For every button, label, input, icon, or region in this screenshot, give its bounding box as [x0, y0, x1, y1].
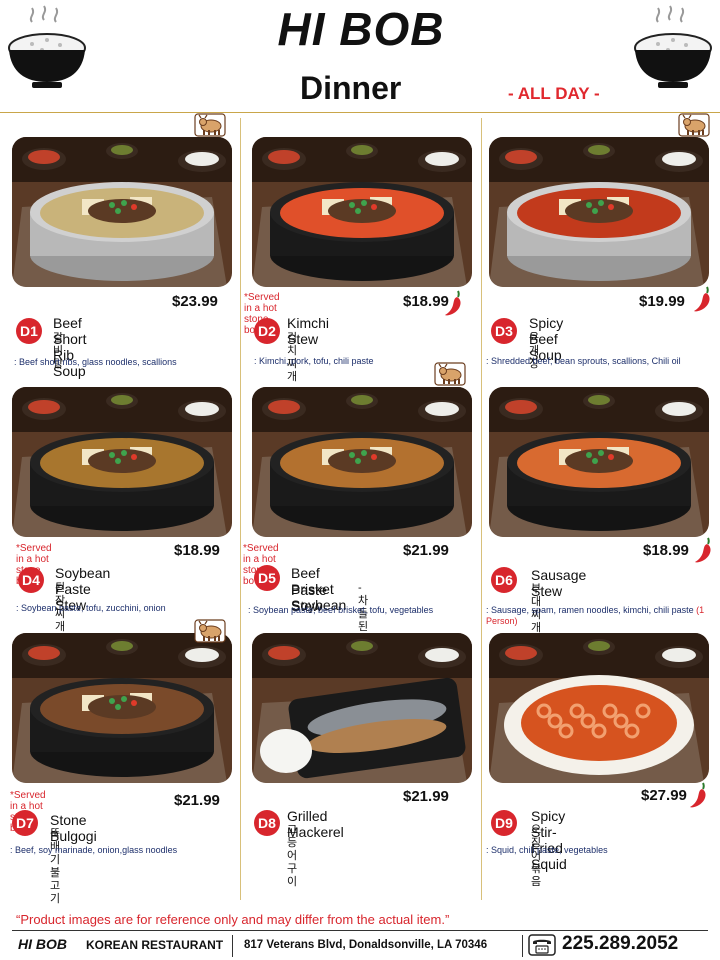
menu-item-photo [489, 633, 709, 783]
menu-item-price: $18.99 [403, 293, 449, 310]
spicy-chili-icon [689, 781, 711, 809]
beef-cow-icon [678, 113, 710, 137]
menu-item-photo [12, 387, 232, 537]
footer-separator [522, 935, 523, 957]
menu-item-price: $18.99 [643, 542, 689, 559]
menu-item-description: : Kimchi, pork, tofu, chili paste [254, 356, 374, 367]
spicy-chili-icon [694, 536, 716, 564]
footer-restaurant: KOREAN RESTAURANT [86, 938, 224, 952]
menu-item-code-badge: D5 [254, 565, 280, 591]
menu-item-price: $21.99 [174, 792, 220, 809]
description-text: : Soybean paste, tofu, zucchini, onion [16, 603, 166, 613]
menu-item-photo [252, 633, 472, 783]
footer-separator [232, 935, 233, 957]
phone-icon [528, 934, 556, 956]
food-photo [489, 633, 709, 783]
menu-item-description: : Soybean paste, beef brisket, tofu, veg… [248, 605, 473, 616]
brand-logo: HI BOB [245, 6, 477, 52]
menu-item-description: : Shredded beef, bean sprouts, scallions… [486, 356, 681, 367]
food-photo [489, 387, 709, 537]
menu-item-price: $23.99 [172, 293, 218, 310]
column-divider [240, 118, 241, 900]
menu-item-photo [489, 137, 709, 287]
spicy-chili-icon [444, 289, 466, 317]
description-text: : Kimchi, pork, tofu, chili paste [254, 356, 374, 366]
menu-item-code-badge: D2 [254, 318, 280, 344]
menu-item-korean-name: 고등어 구이 [287, 824, 298, 888]
beef-cow-icon [194, 113, 226, 137]
menu-item-description: : Soybean paste, tofu, zucchini, onion [16, 603, 166, 614]
food-photo [252, 137, 472, 287]
food-photo [489, 137, 709, 287]
food-photo [252, 387, 472, 537]
menu-item-photo [12, 633, 232, 783]
food-photo [252, 633, 472, 783]
disclaimer-text: “Product images are for reference only a… [16, 912, 450, 927]
menu-item-code-badge: D4 [18, 567, 44, 593]
menu-item-price: $21.99 [403, 542, 449, 559]
beef-cow-icon [434, 362, 466, 386]
food-photo [12, 387, 232, 537]
menu-item-photo [489, 387, 709, 537]
menu-item-korean-name: 뚝배기 불고기 [50, 828, 61, 905]
menu-item-korean-name: 오징어볶음 [531, 824, 542, 888]
footer-logo: HI BOB [18, 936, 67, 952]
menu-item-code-badge: D9 [491, 810, 517, 836]
menu-item-price: $27.99 [641, 787, 687, 804]
footer-address: 817 Veterans Blvd, Donaldsonville, LA 70… [244, 939, 488, 951]
menu-item-photo [252, 137, 472, 287]
menu-item-price: $19.99 [639, 293, 685, 310]
description-text: : Shredded beef, bean sprouts, scallions… [486, 356, 681, 366]
description-text: : Sausage, spam, ramen noodles, kimchi, … [486, 605, 694, 615]
description-text: : Beef short ribs, glass noodles, scalli… [14, 357, 177, 367]
page-title: Dinner [300, 70, 402, 106]
menu-item-description: : Squid, chili paste, vegetables [486, 845, 608, 856]
menu-item-code-badge: D1 [16, 318, 42, 344]
spicy-chili-icon [693, 285, 715, 313]
footer-phone: 225.289.2052 [562, 933, 679, 954]
menu-item-photo [252, 387, 472, 537]
menu-item-price: $18.99 [174, 542, 220, 559]
menu-item-description: : Beef short ribs, glass noodles, scalli… [14, 357, 177, 368]
menu-item-code-badge: D7 [12, 810, 38, 836]
menu-item-description: : Sausage, spam, ramen noodles, kimchi, … [486, 605, 711, 627]
menu-item-code-badge: D6 [491, 567, 517, 593]
description-text: : Squid, chili paste, vegetables [486, 845, 608, 855]
description-text: : Beef, soy marinade, onion,glass noodle… [10, 845, 178, 855]
column-divider [481, 118, 482, 900]
beef-cow-icon [194, 619, 226, 643]
menu-item-price: $21.99 [403, 788, 449, 805]
food-photo [12, 137, 232, 287]
menu-item-code-badge: D3 [491, 318, 517, 344]
food-photo [12, 633, 232, 783]
brand-logo-text: HI BOB [277, 3, 445, 55]
rice-bowl-icon [2, 4, 92, 94]
footer-divider [12, 930, 708, 931]
menu-item-description: : Beef, soy marinade, onion,glass noodle… [10, 845, 177, 856]
menu-item-photo [12, 137, 232, 287]
page-subtitle: - ALL DAY - [508, 84, 600, 103]
rice-bowl-icon [628, 4, 718, 94]
menu-item-code-badge: D8 [254, 810, 280, 836]
description-text: : Soybean paste, beef brisket, tofu, veg… [248, 605, 434, 615]
header-divider [0, 112, 720, 113]
